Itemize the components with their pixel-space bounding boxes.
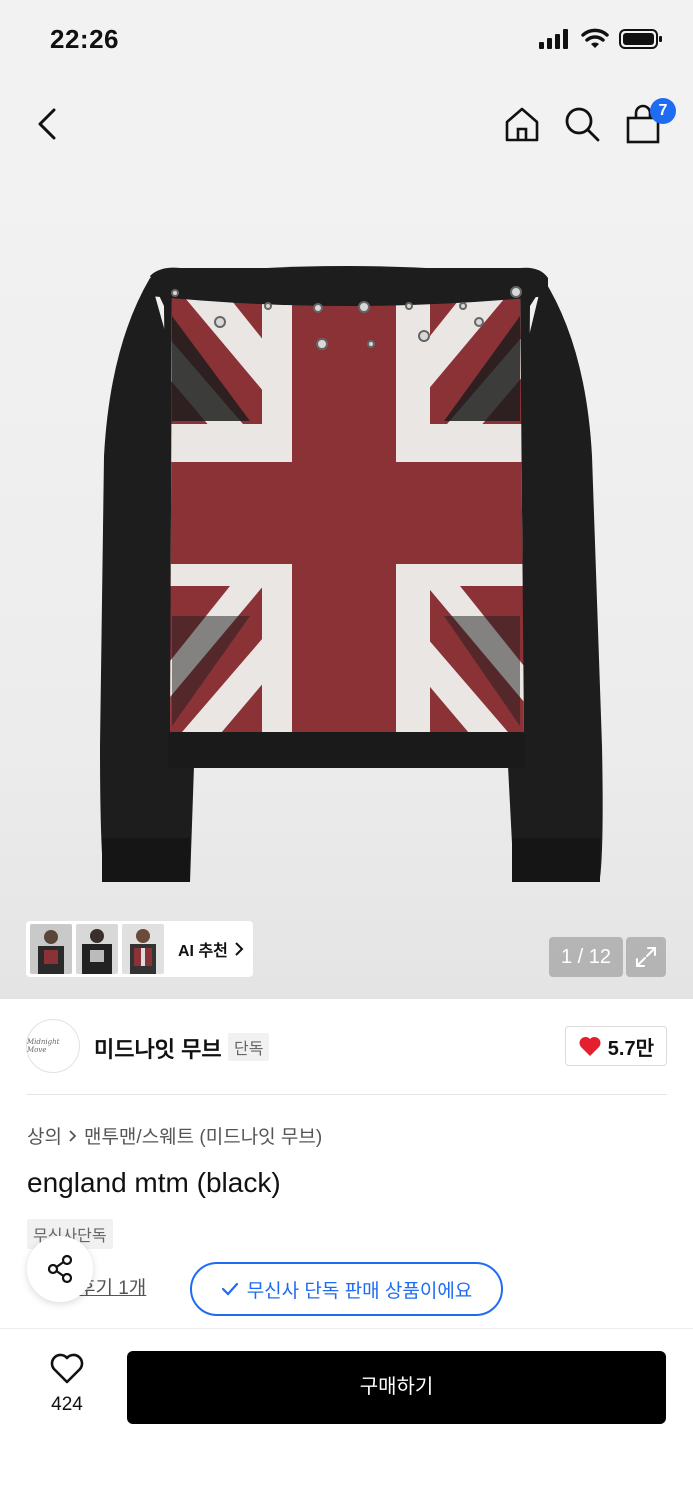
wishlist-button[interactable]: 424 — [40, 1353, 94, 1416]
thumbnail-1[interactable] — [30, 924, 72, 974]
divider — [26, 1094, 667, 1095]
cart-count-badge: 7 — [650, 98, 676, 124]
home-icon[interactable] — [502, 104, 542, 144]
thumbnail-2[interactable] — [76, 924, 118, 974]
buy-button[interactable]: 구매하기 — [127, 1351, 666, 1424]
status-icons — [539, 28, 663, 50]
product-image-gallery[interactable]: AI 추천 1 / 12 — [0, 166, 693, 999]
share-button[interactable] — [27, 1236, 93, 1302]
breadcrumb-item-category[interactable]: 상의 — [27, 1122, 62, 1149]
status-time: 22:26 — [50, 24, 119, 54]
brand-like-count: 5.7만 — [607, 1037, 654, 1060]
image-counter: 1 / 12 — [549, 937, 623, 977]
sweatshirt-product-image — [100, 266, 603, 882]
ai-recommendation-label[interactable]: AI 추천 — [178, 937, 244, 961]
product-title: england mtm (black) — [27, 1167, 281, 1198]
wifi-icon — [581, 28, 609, 48]
wishlist-count: 424 — [51, 1394, 83, 1415]
expand-image-button[interactable] — [626, 937, 666, 977]
exclusive-sale-badge[interactable]: 무신사 단독 판매 상품이에요 — [190, 1262, 503, 1316]
brand-name[interactable]: 미드나잇 무브 — [94, 1032, 222, 1064]
chevron-right-icon — [235, 942, 244, 956]
thumbnail-3[interactable] — [122, 924, 164, 974]
breadcrumb: 상의 맨투맨/스웨트 (미드나잇 무브) — [27, 1122, 322, 1149]
heart-outline-icon — [50, 1353, 84, 1384]
bottom-action-bar: 424 구매하기 — [0, 1328, 693, 1500]
status-bar: 22:26 — [0, 0, 693, 84]
brand-exclusive-tag: 단독 — [228, 1033, 270, 1061]
battery-icon — [619, 29, 662, 49]
share-icon — [47, 1254, 73, 1284]
signal-icon — [539, 29, 568, 49]
chevron-right-icon — [69, 1129, 77, 1142]
brand-row[interactable]: Midnight Move 미드나잇 무브 단독 5.7만 — [0, 999, 693, 1094]
ai-recommendation-card[interactable]: AI 추천 — [26, 921, 253, 977]
back-arrow-icon[interactable] — [30, 104, 66, 144]
breadcrumb-item-subcategory[interactable]: 맨투맨/스웨트 (미드나잇 무브) — [84, 1122, 322, 1149]
search-icon[interactable] — [562, 104, 602, 144]
expand-icon — [636, 947, 656, 967]
brand-logo[interactable]: Midnight Move — [26, 1019, 80, 1073]
cart-button[interactable]: 7 — [622, 98, 676, 146]
heart-filled-icon — [579, 1036, 601, 1056]
brand-like-button[interactable]: 5.7만 — [564, 1026, 667, 1066]
top-navigation: 7 — [0, 84, 693, 166]
check-icon — [221, 1282, 238, 1296]
